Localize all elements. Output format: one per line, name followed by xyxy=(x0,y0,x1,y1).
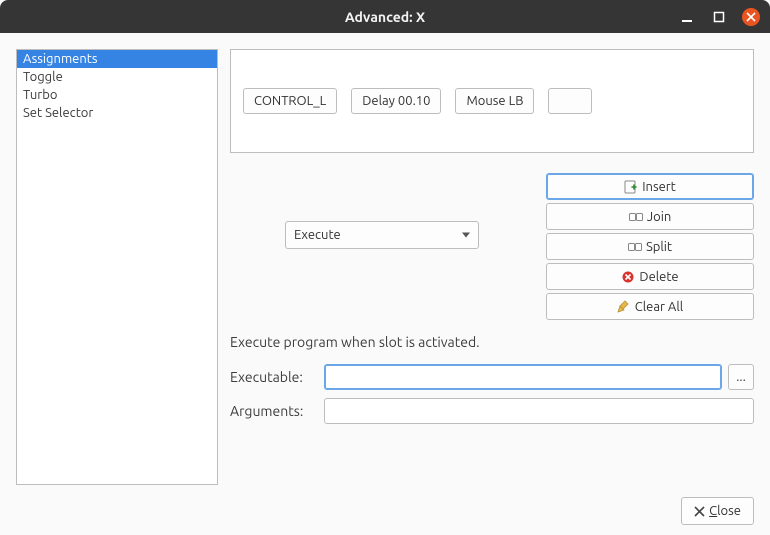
close-button[interactable]: Close xyxy=(681,497,754,525)
window: Advanced: X Assignments Toggle Turbo Set… xyxy=(0,0,770,535)
sidebar-item-assignments[interactable]: Assignments xyxy=(17,50,217,68)
button-label: Split xyxy=(646,240,672,254)
combo-value: Execute xyxy=(294,228,341,242)
browse-button[interactable]: ... xyxy=(728,364,754,390)
clear-all-button[interactable]: Clear All xyxy=(546,293,754,320)
slot-button[interactable]: Delay 00.10 xyxy=(351,88,441,114)
minimize-button[interactable] xyxy=(678,8,696,26)
slot-button[interactable]: Mouse LB xyxy=(455,88,534,114)
arguments-label: Arguments: xyxy=(230,403,318,419)
button-label: Join xyxy=(647,210,672,224)
split-button[interactable]: Split xyxy=(546,233,754,260)
sidebar-item-toggle[interactable]: Toggle xyxy=(17,68,217,86)
button-label: Clear All xyxy=(635,300,683,314)
broom-icon xyxy=(617,300,631,314)
sidebar-item-label: Assignments xyxy=(23,52,98,66)
maximize-icon xyxy=(713,11,725,23)
button-label: Insert xyxy=(642,180,676,194)
sidebar-item-label: Toggle xyxy=(23,70,63,84)
executable-label: Executable: xyxy=(230,369,318,385)
split-icon xyxy=(628,240,642,254)
arguments-input[interactable] xyxy=(324,398,754,424)
executable-input[interactable] xyxy=(324,364,722,390)
slot-label: CONTROL_L xyxy=(254,94,326,108)
sidebar-item-set-selector[interactable]: Set Selector xyxy=(17,104,217,122)
button-label: Close xyxy=(709,504,741,518)
window-title: Advanced: X xyxy=(345,9,425,25)
slots-box: CONTROL_L Delay 00.10 Mouse LB xyxy=(230,49,754,153)
action-buttons: Insert Join Split Delete xyxy=(546,173,754,320)
arguments-row: Arguments: xyxy=(230,398,754,424)
executable-row: Executable: ... xyxy=(230,364,754,390)
slot-button[interactable]: CONTROL_L xyxy=(243,88,337,114)
delete-icon xyxy=(621,270,635,284)
minimize-icon xyxy=(681,11,693,23)
close-icon xyxy=(746,12,756,22)
body: Assignments Toggle Turbo Set Selector CO… xyxy=(0,33,770,535)
insert-button[interactable]: Insert xyxy=(546,173,754,200)
window-controls xyxy=(678,8,760,26)
slot-label: Mouse LB xyxy=(466,94,523,108)
slot-label: Delay 00.10 xyxy=(362,94,430,108)
sidebar-item-label: Set Selector xyxy=(23,106,93,120)
slot-button-empty[interactable] xyxy=(548,88,592,114)
close-x-icon xyxy=(694,506,705,517)
footer: Close xyxy=(16,497,754,525)
maximize-button[interactable] xyxy=(710,8,728,26)
main-row: Assignments Toggle Turbo Set Selector CO… xyxy=(16,49,754,485)
right-panel: CONTROL_L Delay 00.10 Mouse LB Execute xyxy=(230,49,754,485)
close-window-button[interactable] xyxy=(742,8,760,26)
button-label: Delete xyxy=(639,270,678,284)
action-type-combo[interactable]: Execute xyxy=(285,221,479,249)
join-button[interactable]: Join xyxy=(546,203,754,230)
form: Executable: ... Arguments: xyxy=(230,364,754,424)
insert-icon xyxy=(624,180,638,194)
sidebar-item-turbo[interactable]: Turbo xyxy=(17,86,217,104)
titlebar: Advanced: X xyxy=(0,0,770,33)
chevron-down-icon xyxy=(462,233,470,238)
mid-row: Execute Insert Join xyxy=(230,173,754,320)
button-label: ... xyxy=(736,370,746,384)
description-text: Execute program when slot is activated. xyxy=(230,334,754,350)
combo-area: Execute xyxy=(230,173,534,320)
delete-button[interactable]: Delete xyxy=(546,263,754,290)
sidebar-item-label: Turbo xyxy=(23,88,57,102)
sidebar[interactable]: Assignments Toggle Turbo Set Selector xyxy=(16,49,218,485)
join-icon xyxy=(629,210,643,224)
